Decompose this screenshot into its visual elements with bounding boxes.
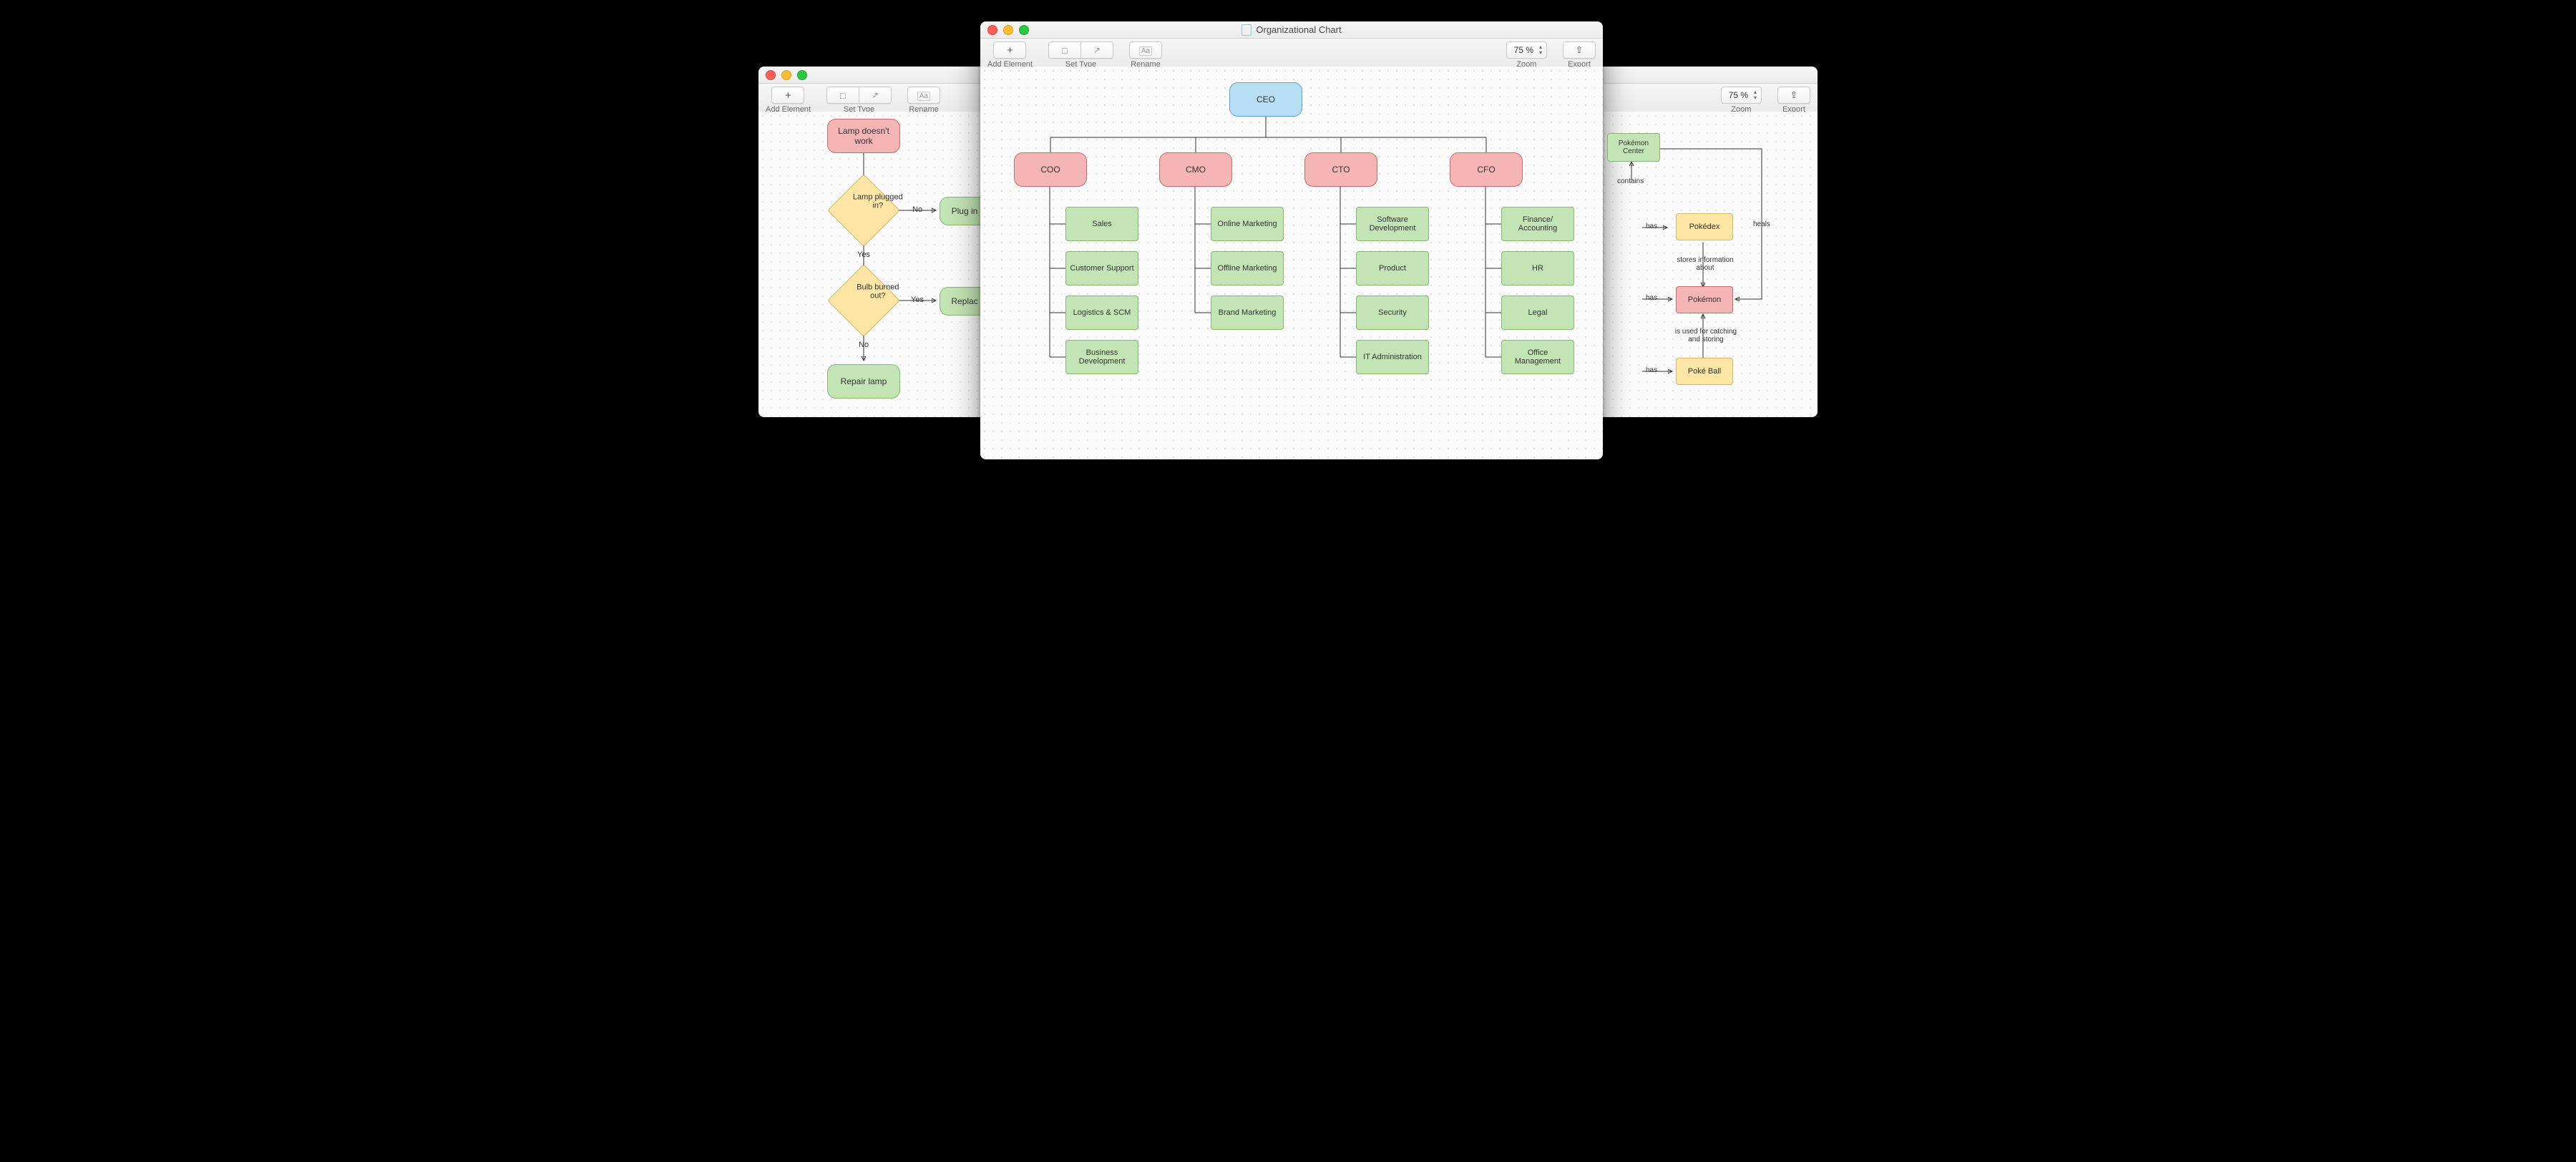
rename-icon (1139, 45, 1152, 55)
stepper-icon: ▴▾ (1754, 89, 1757, 101)
set-type-arrow-button[interactable] (1081, 42, 1113, 59)
node-item[interactable]: Security (1356, 296, 1429, 330)
square-icon (1062, 45, 1068, 56)
node-pokeball[interactable]: Poké Ball (1676, 358, 1733, 385)
canvas-orgchart[interactable]: CEO COO Sales Customer Support Logistics & … (980, 67, 1603, 459)
node-item[interactable]: IT Administration (1356, 340, 1429, 374)
node-decision-plugged[interactable]: Lamp plugged in? (839, 185, 889, 235)
node-head[interactable]: COO (1014, 152, 1087, 187)
node-item[interactable]: Product (1356, 251, 1429, 285)
node-item[interactable]: Brand Marketing (1211, 296, 1284, 330)
node-item[interactable]: Offline Marketing (1211, 251, 1284, 285)
zoom-select[interactable]: 75 % ▴▾ (1721, 87, 1762, 104)
zoom-select[interactable]: 75 % ▴▾ (1506, 42, 1547, 59)
edge-yes: Yes (857, 250, 870, 259)
node-repair[interactable]: Repair lamp (827, 364, 900, 399)
export-button[interactable] (1563, 42, 1596, 59)
node-item[interactable]: Business Development (1065, 340, 1138, 374)
node-item[interactable]: Customer Support (1065, 251, 1138, 285)
titlebar[interactable]: Organizational Chart (980, 21, 1603, 39)
edge-yes2: Yes (911, 296, 924, 304)
stepper-icon: ▴▾ (1539, 44, 1542, 56)
export-icon (1790, 89, 1798, 101)
plus-icon (785, 89, 791, 102)
edge-no: No (912, 205, 922, 214)
node-start[interactable]: Lamp doesn't work (827, 119, 900, 153)
node-item[interactable]: Logistics & SCM (1065, 296, 1138, 330)
node-pokemon[interactable]: Pokémon (1676, 286, 1733, 313)
window-orgchart: Organizational Chart Add Element Set Typ… (980, 21, 1603, 459)
export-button[interactable] (1777, 87, 1810, 104)
node-item[interactable]: Sales (1065, 207, 1138, 241)
node-pokedex[interactable]: Pokédex (1676, 213, 1733, 240)
export-icon (1576, 44, 1584, 56)
minimize-icon[interactable] (781, 70, 791, 80)
add-element-button[interactable] (771, 87, 804, 104)
rename-button[interactable] (907, 87, 940, 104)
node-item[interactable]: Finance/ Accounting (1501, 207, 1574, 241)
arrow-icon (1093, 45, 1101, 55)
minimize-icon[interactable] (1003, 25, 1013, 35)
doc-icon (1241, 24, 1252, 36)
node-item[interactable]: Software Development (1356, 207, 1429, 241)
close-icon[interactable] (987, 25, 997, 35)
set-type-arrow-button[interactable] (859, 87, 892, 104)
zoom-value: 75 % (1514, 45, 1533, 55)
node-head[interactable]: CTO (1304, 152, 1377, 187)
arrow-icon (872, 90, 879, 100)
close-icon[interactable] (766, 70, 776, 80)
node-head[interactable]: CFO (1450, 152, 1523, 187)
rename-button[interactable] (1129, 42, 1162, 59)
node-pokecenter[interactable]: Pokémon Center (1607, 133, 1660, 162)
square-icon (840, 90, 846, 101)
set-type-rect-button[interactable] (826, 87, 859, 104)
window-title: Organizational Chart (980, 24, 1603, 36)
add-element-button[interactable] (993, 42, 1026, 59)
maximize-icon[interactable] (797, 70, 807, 80)
node-ceo[interactable]: CEO (1229, 82, 1302, 117)
node-decision-bulb[interactable]: Bulb burned out? (839, 275, 889, 326)
maximize-icon[interactable] (1019, 25, 1029, 35)
node-head[interactable]: CMO (1159, 152, 1232, 187)
plus-icon (1007, 44, 1013, 57)
node-item[interactable]: Legal (1501, 296, 1574, 330)
zoom-value: 75 % (1729, 90, 1748, 100)
edge-no2: No (859, 341, 869, 349)
node-item[interactable]: HR (1501, 251, 1574, 285)
node-item[interactable]: Online Marketing (1211, 207, 1284, 241)
rename-icon (917, 90, 930, 100)
node-item[interactable]: Office Management (1501, 340, 1574, 374)
set-type-rect-button[interactable] (1048, 42, 1081, 59)
